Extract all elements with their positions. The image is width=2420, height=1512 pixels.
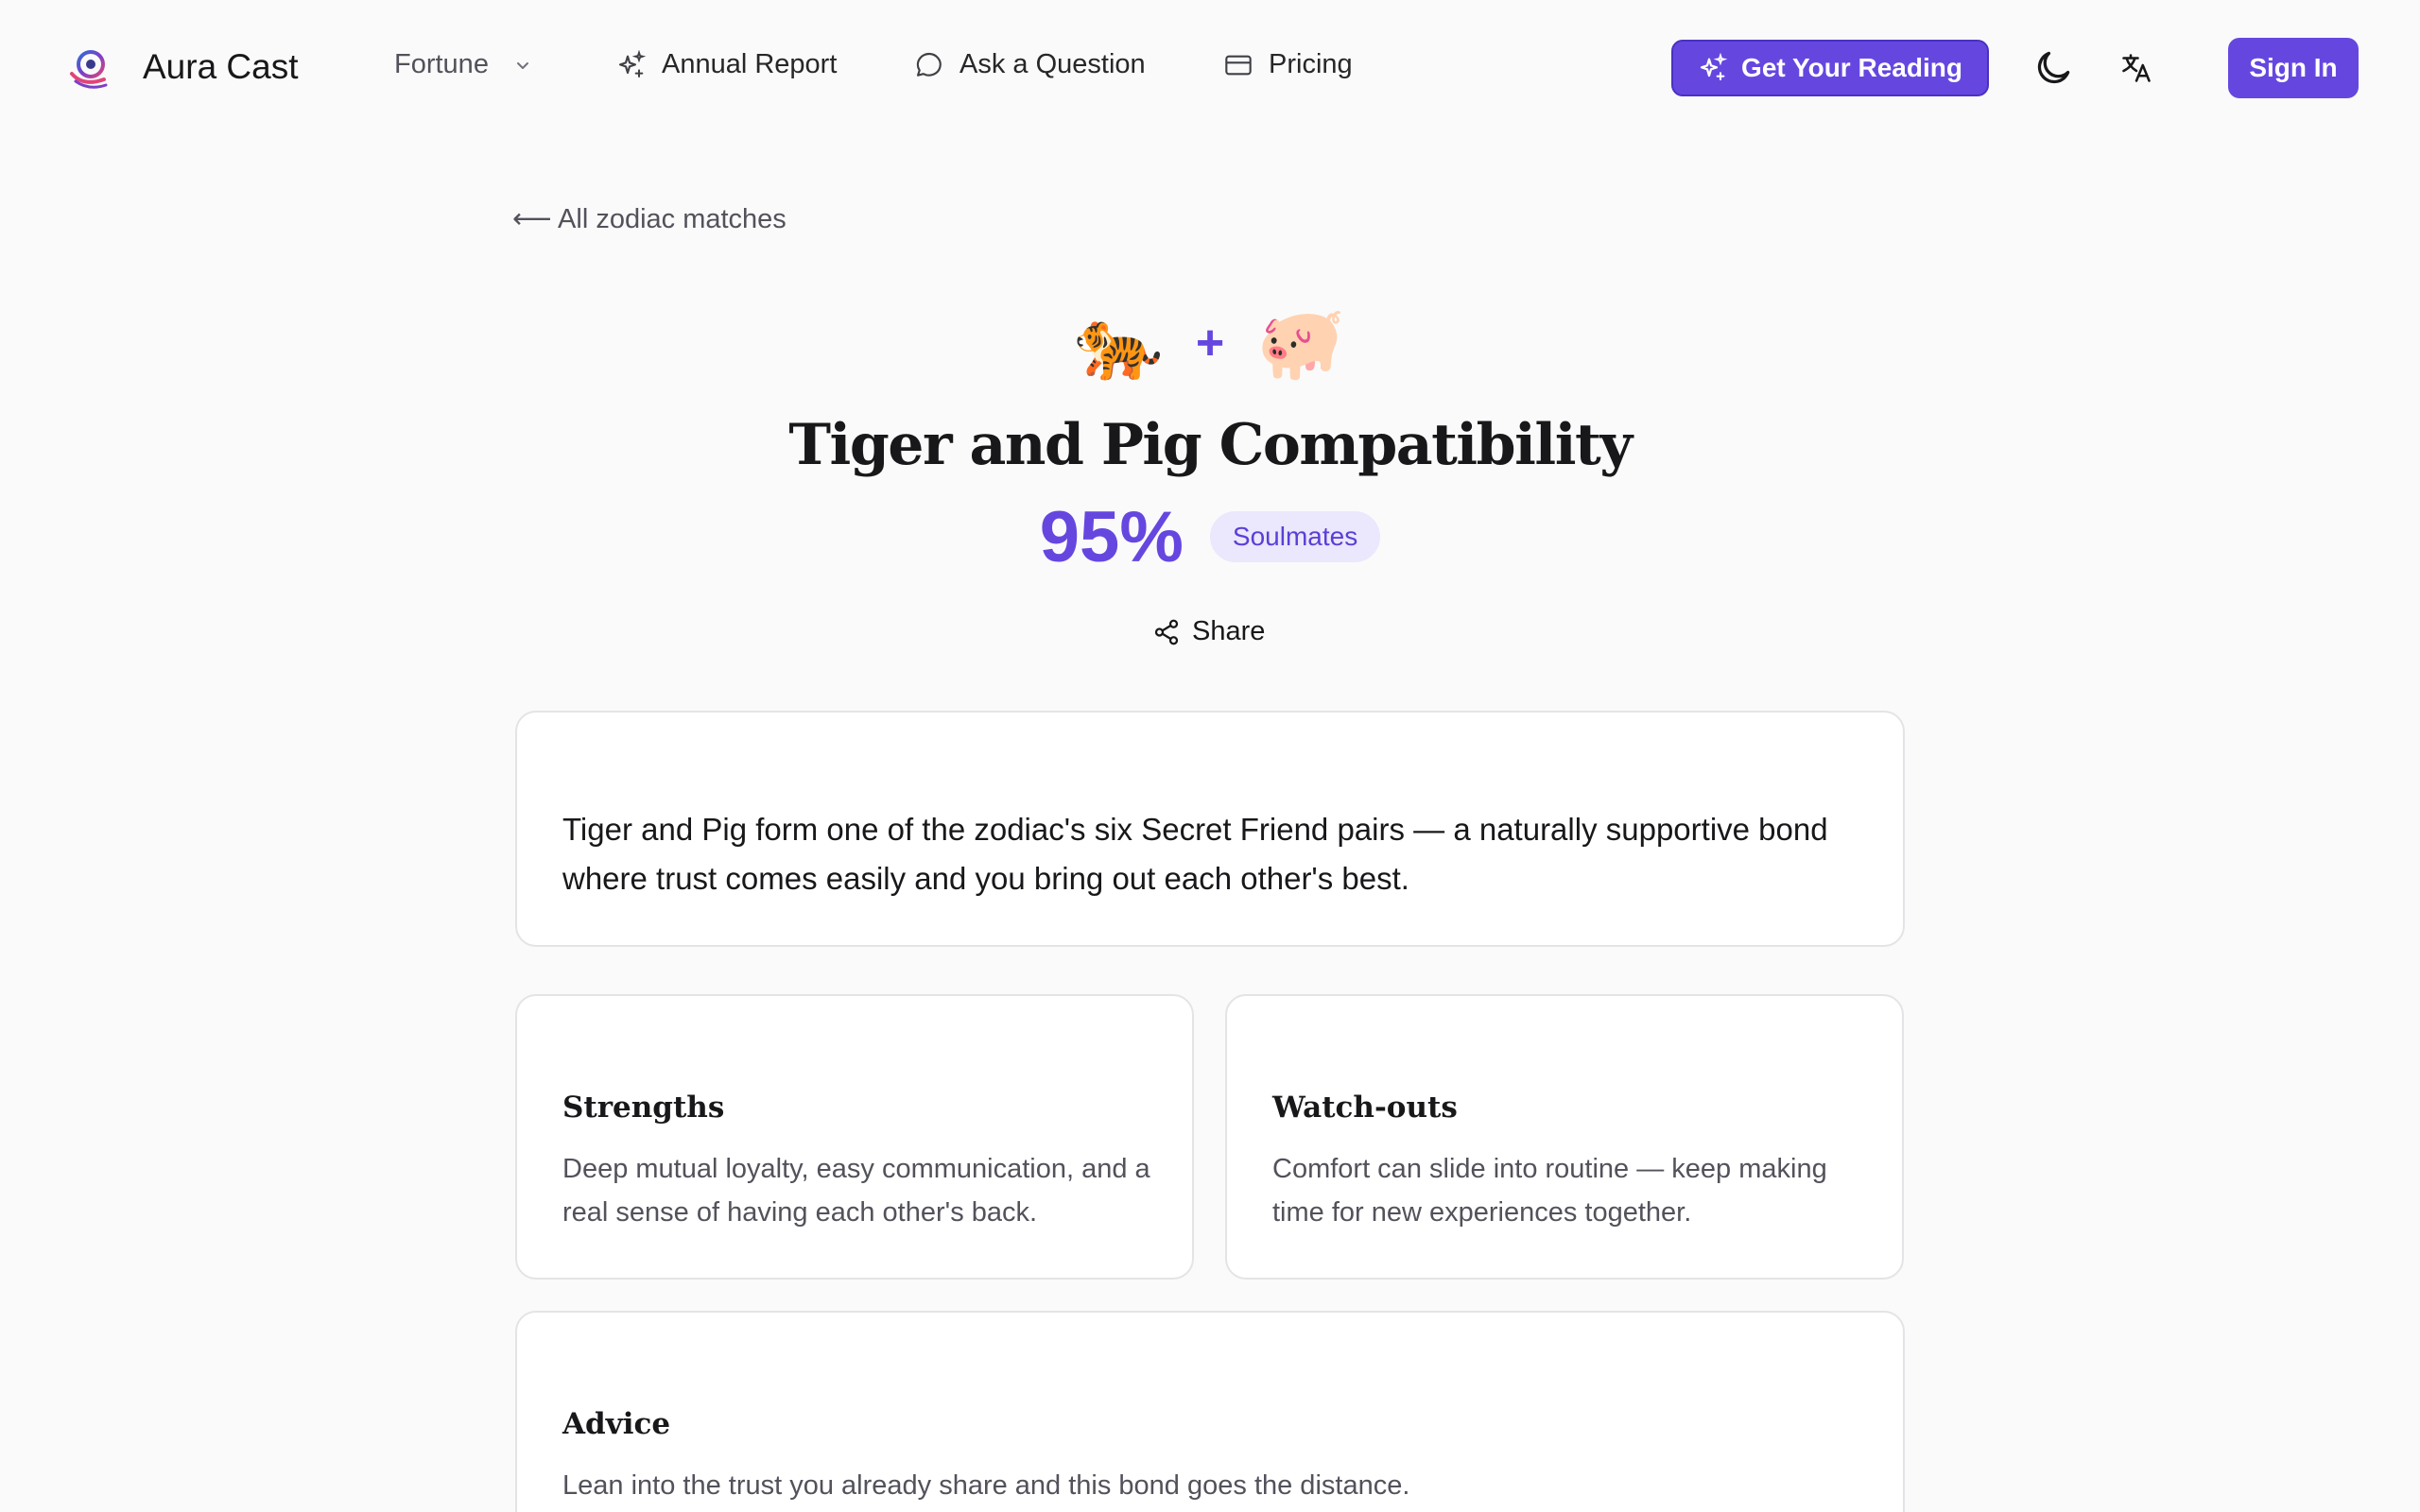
nav-fortune-dropdown[interactable]: Fortune (394, 49, 532, 80)
chevron-down-icon (516, 61, 528, 69)
theme-toggle-button[interactable] (2031, 45, 2076, 91)
advice-card: Advice Lean into the trust you already s… (515, 1311, 1905, 1512)
sign-in-button[interactable]: Sign In (2228, 38, 2359, 98)
pig-icon: 🐖 (1256, 301, 1346, 385)
zodiac-pair: 🐅 + 🐖 (0, 301, 2420, 386)
nav-annual-report[interactable]: Annual Report (616, 49, 837, 80)
strengths-heading: Strengths (562, 1091, 725, 1125)
sparkles-icon (618, 49, 647, 77)
plus-icon: + (1195, 316, 1225, 370)
get-reading-button[interactable]: Get Your Reading (1671, 40, 1989, 96)
chat-bubble-icon (916, 52, 942, 77)
strengths-card: Strengths Deep mutual loyalty, easy comm… (515, 994, 1194, 1280)
score-value: 95% (1039, 496, 1184, 577)
sparkles-icon (1700, 53, 1728, 81)
strengths-text: Deep mutual loyalty, easy communication,… (562, 1154, 1150, 1228)
nav-ask-question-label: Ask a Question (959, 49, 1146, 79)
logo-icon[interactable] (66, 45, 113, 93)
nav-pricing[interactable]: Pricing (1223, 49, 1353, 80)
watchouts-heading: Watch-outs (1272, 1091, 1458, 1125)
share-button[interactable]: Share (1152, 616, 1265, 647)
share-icon (1154, 619, 1179, 644)
nav-annual-report-label: Annual Report (662, 49, 838, 79)
advice-text: Lean into the trust you already share an… (562, 1470, 1410, 1501)
watchouts-text: Comfort can slide into routine — keep ma… (1272, 1154, 1827, 1228)
share-label: Share (1192, 616, 1266, 646)
translate-icon (2122, 54, 2151, 82)
language-button[interactable] (2114, 45, 2159, 91)
nav-fortune-label: Fortune (394, 49, 489, 79)
tiger-icon: 🐅 (1074, 301, 1164, 385)
compatibility-score: 95% Soulmates (0, 491, 2420, 582)
get-reading-label: Get Your Reading (1741, 53, 1962, 82)
status-badge: Soulmates (1209, 511, 1381, 562)
page-title: Tiger and Pig Compatibility (788, 412, 1633, 478)
summary-text: Tiger and Pig form one of the zodiac's s… (562, 812, 1828, 896)
watchouts-card: Watch-outs Comfort can slide into routin… (1225, 994, 1904, 1280)
nav-pricing-label: Pricing (1269, 49, 1353, 79)
back-to-all-matches-link[interactable]: ⟵ All zodiac matches (512, 202, 786, 235)
credit-card-icon (1225, 55, 1252, 75)
moon-icon (2037, 51, 2070, 84)
nav-ask-question[interactable]: Ask a Question (914, 49, 1146, 80)
sign-in-label: Sign In (2249, 53, 2338, 82)
top-nav: Aura Cast Fortune Annual Report Ask a Qu… (0, 0, 2420, 136)
brand-name[interactable]: Aura Cast (143, 47, 299, 87)
advice-heading: Advice (562, 1407, 671, 1441)
summary-card: Tiger and Pig form one of the zodiac's s… (515, 711, 1905, 947)
